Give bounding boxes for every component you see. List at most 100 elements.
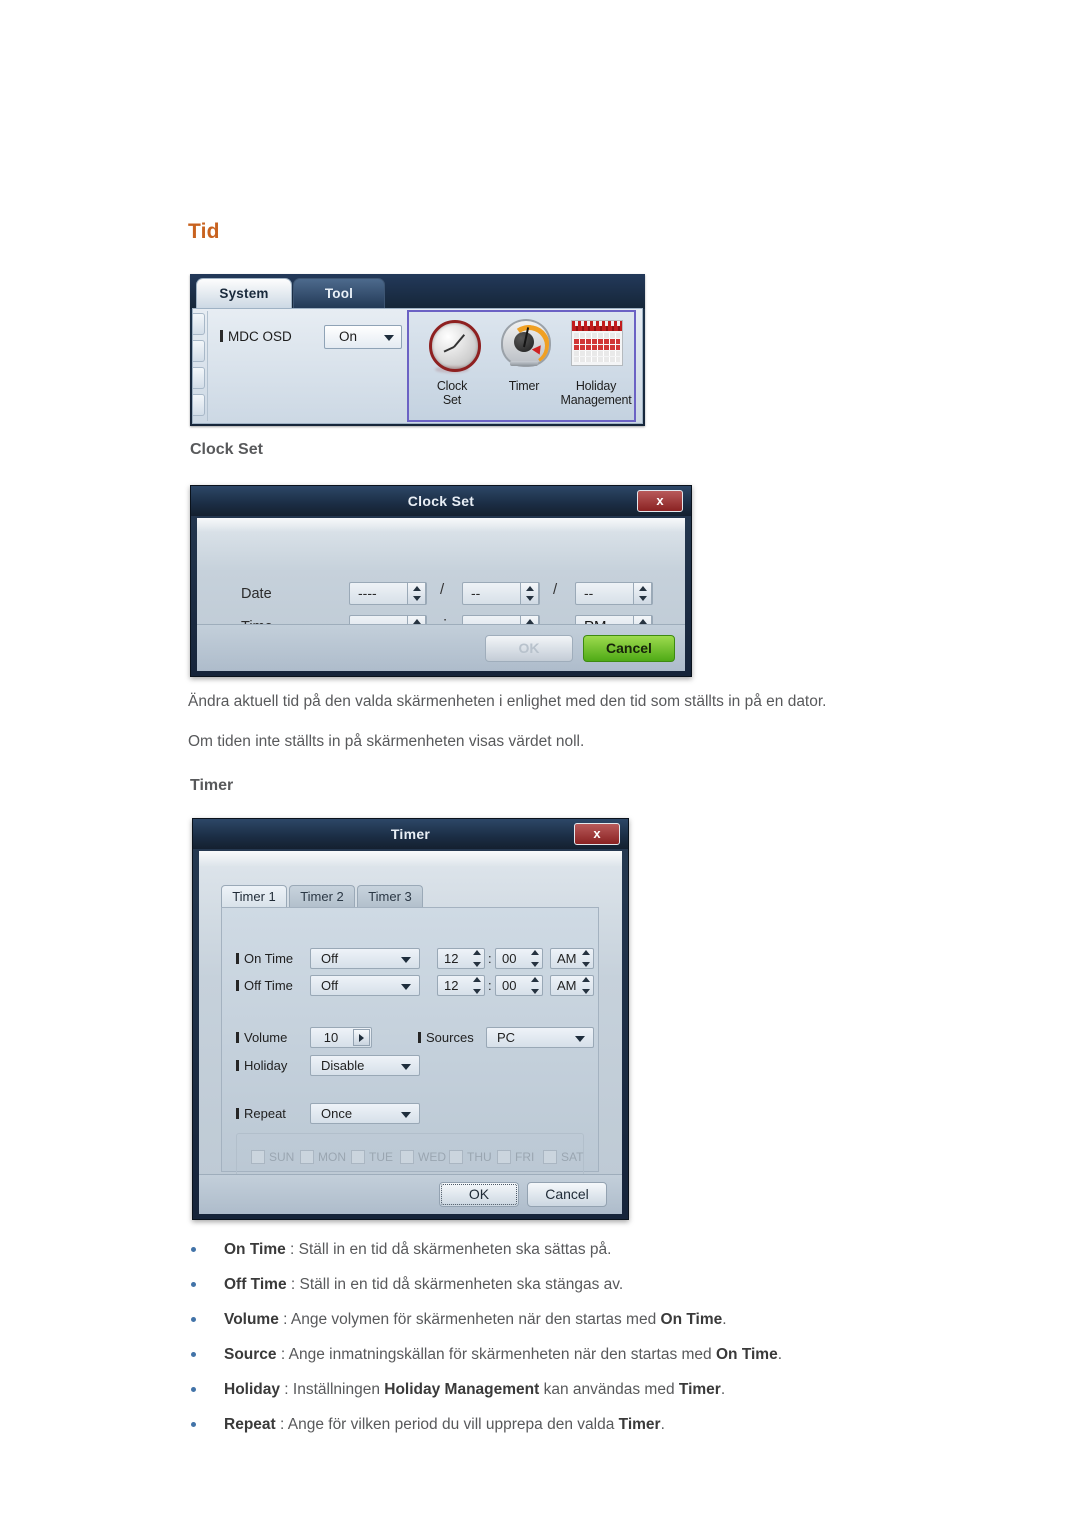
checkbox-fri[interactable]: FRI bbox=[497, 1150, 534, 1164]
checkbox-box[interactable] bbox=[543, 1150, 557, 1164]
term-ref: Timer bbox=[618, 1416, 661, 1433]
tab-timer-3[interactable]: Timer 3 bbox=[357, 885, 423, 908]
checkbox-label: WED bbox=[418, 1150, 446, 1164]
volume-label: Volume bbox=[236, 1030, 287, 1045]
date-day-stepper[interactable]: -- bbox=[575, 582, 653, 605]
checkbox-box[interactable] bbox=[351, 1150, 365, 1164]
date-separator-1: / bbox=[440, 581, 445, 598]
term: Source bbox=[224, 1346, 277, 1363]
tab-timer-2[interactable]: Timer 2 bbox=[289, 885, 355, 908]
tab-system[interactable]: System bbox=[196, 278, 292, 310]
timer-gauge-icon bbox=[487, 316, 561, 376]
mdc-sidebar-stub bbox=[193, 313, 205, 423]
list-item: On Time : Ställ in en tid då skärmenhete… bbox=[188, 1232, 1048, 1267]
sources-label: Sources bbox=[418, 1030, 474, 1045]
mdc-osd-select[interactable]: On bbox=[324, 325, 402, 349]
holiday-label: Holiday bbox=[236, 1058, 287, 1073]
date-month-stepper[interactable]: -- bbox=[462, 582, 540, 605]
description: : Ställ in en tid då skärmenheten ska st… bbox=[286, 1276, 624, 1293]
list-item: Volume : Ange volymen för skärmenheten n… bbox=[188, 1302, 1048, 1337]
stepper-arrows-icon[interactable] bbox=[579, 977, 592, 994]
clock-icon bbox=[415, 316, 489, 376]
close-icon[interactable]: x bbox=[637, 490, 683, 512]
repeat-label: Repeat bbox=[236, 1106, 286, 1121]
description: : Ställ in en tid då skärmenheten ska sä… bbox=[285, 1241, 612, 1258]
cancel-button[interactable]: Cancel bbox=[527, 1182, 607, 1207]
stepper-arrows-icon[interactable] bbox=[470, 950, 483, 967]
date-separator-2: / bbox=[553, 581, 558, 598]
description: : Ange för vilken period du vill upprepa… bbox=[275, 1416, 619, 1433]
off-time-meridiem-stepper[interactable]: AM bbox=[550, 975, 594, 996]
off-time-hour-stepper[interactable]: 12 bbox=[437, 975, 485, 996]
checkbox-tue[interactable]: TUE bbox=[351, 1150, 393, 1164]
on-time-meridiem-stepper[interactable]: AM bbox=[550, 948, 594, 969]
checkbox-mon[interactable]: MON bbox=[300, 1150, 346, 1164]
mdc-osd-value: On bbox=[339, 329, 358, 344]
clock-set-dialog: Clock Set x Date Time ---- / -- / -- bbox=[190, 485, 692, 677]
stepper-arrows-icon[interactable] bbox=[520, 582, 539, 605]
chevron-down-icon bbox=[401, 957, 411, 963]
bullet-icon bbox=[191, 1387, 196, 1392]
stepper-arrows-icon[interactable] bbox=[579, 950, 592, 967]
bullet-icon bbox=[191, 1352, 196, 1357]
icon-clock-set[interactable]: Clock Set bbox=[415, 316, 489, 406]
term: Volume bbox=[224, 1311, 279, 1328]
clock-set-dialog-body: Date Time ---- / -- / -- -- : bbox=[197, 518, 685, 671]
icon-holiday-management[interactable]: Holiday Management bbox=[559, 316, 633, 406]
checkbox-box[interactable] bbox=[449, 1150, 463, 1164]
checkbox-label: MON bbox=[318, 1150, 346, 1164]
timer-dialog-body: Timer 1 Timer 2 Timer 3 On Time Off 12 :… bbox=[199, 851, 622, 1214]
ok-button[interactable]: OK bbox=[485, 635, 573, 662]
term-ref: On Time bbox=[660, 1311, 723, 1328]
checkbox-label: SAT bbox=[561, 1150, 584, 1164]
checkbox-wed[interactable]: WED bbox=[400, 1150, 446, 1164]
date-year-stepper[interactable]: ---- bbox=[349, 582, 427, 605]
ok-button[interactable]: OK bbox=[439, 1182, 519, 1207]
stepper-arrows-icon[interactable] bbox=[528, 977, 541, 994]
on-time-minute-stepper[interactable]: 00 bbox=[495, 948, 543, 969]
cancel-button[interactable]: Cancel bbox=[583, 635, 675, 662]
stepper-arrows-icon[interactable] bbox=[633, 582, 652, 605]
sources-select[interactable]: PC bbox=[486, 1027, 594, 1048]
timer-dialog-footer: OK Cancel bbox=[199, 1174, 622, 1214]
volume-stepper[interactable]: 10 bbox=[310, 1027, 372, 1048]
mdc-system-panel-screenshot: System Tool MDC OSD On Clock Set Timer H… bbox=[190, 274, 645, 426]
description-tail: . bbox=[720, 1381, 726, 1398]
close-icon[interactable]: x bbox=[574, 823, 620, 845]
checkbox-sat[interactable]: SAT bbox=[543, 1150, 583, 1164]
stepper-arrows-icon[interactable] bbox=[470, 977, 483, 994]
chevron-down-icon bbox=[384, 335, 394, 341]
icon-timer[interactable]: Timer bbox=[487, 316, 561, 393]
checkbox-box[interactable] bbox=[400, 1150, 414, 1164]
bullet-icon bbox=[191, 1247, 196, 1252]
on-time-hour-stepper[interactable]: 12 bbox=[437, 948, 485, 969]
checkbox-label: FRI bbox=[515, 1150, 535, 1164]
mdc-panel-body: MDC OSD On Clock Set Timer Holiday Manag… bbox=[192, 308, 643, 424]
off-time-mode-select[interactable]: Off bbox=[310, 975, 420, 996]
stepper-arrows-icon[interactable] bbox=[528, 950, 541, 967]
paragraph-clock-set-1: Ändra aktuell tid på den valda skärmenhe… bbox=[188, 693, 827, 710]
checkbox-box[interactable] bbox=[300, 1150, 314, 1164]
tab-timer-1[interactable]: Timer 1 bbox=[221, 885, 287, 908]
chevron-down-icon bbox=[401, 984, 411, 990]
checkbox-thu[interactable]: THU bbox=[449, 1150, 492, 1164]
checkbox-box[interactable] bbox=[251, 1150, 265, 1164]
on-time-label: On Time bbox=[236, 951, 293, 966]
description-tail: . bbox=[722, 1311, 727, 1328]
term: Repeat bbox=[224, 1416, 276, 1433]
bullet-icon bbox=[191, 1422, 196, 1427]
icon-timer-caption: Timer bbox=[508, 379, 540, 393]
checkbox-box[interactable] bbox=[497, 1150, 511, 1164]
list-item: Repeat : Ange för vilken period du vill … bbox=[188, 1407, 1048, 1442]
off-time-label: Off Time bbox=[236, 978, 293, 993]
holiday-select[interactable]: Disable bbox=[310, 1055, 420, 1076]
off-time-minute-stepper[interactable]: 00 bbox=[495, 975, 543, 996]
on-time-mode-select[interactable]: Off bbox=[310, 948, 420, 969]
stepper-arrows-icon[interactable] bbox=[407, 582, 426, 605]
description: : Inställningen bbox=[279, 1381, 385, 1398]
repeat-select[interactable]: Once bbox=[310, 1103, 420, 1124]
tab-tool[interactable]: Tool bbox=[293, 278, 385, 310]
checkbox-sun[interactable]: SUN bbox=[251, 1150, 294, 1164]
bullet-icon bbox=[191, 1317, 196, 1322]
arrow-right-icon[interactable] bbox=[353, 1029, 370, 1046]
